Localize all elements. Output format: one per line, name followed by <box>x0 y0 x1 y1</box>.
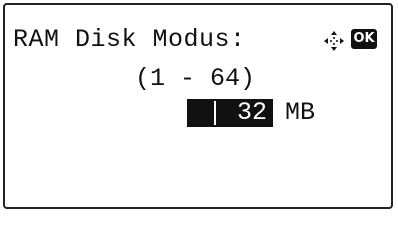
value-text: 32 <box>236 98 267 127</box>
lcd-panel: RAM Disk Modus: OK (1 - 64) 32 MB <box>3 3 393 209</box>
value-input[interactable]: 32 <box>187 98 273 127</box>
unit-label: MB <box>285 98 316 127</box>
value-range: (1 - 64) <box>135 64 256 93</box>
ok-button[interactable]: OK <box>351 29 377 49</box>
setting-title: RAM Disk Modus: <box>13 25 246 54</box>
four-way-arrows-icon <box>324 31 344 51</box>
input-cursor <box>214 101 216 125</box>
